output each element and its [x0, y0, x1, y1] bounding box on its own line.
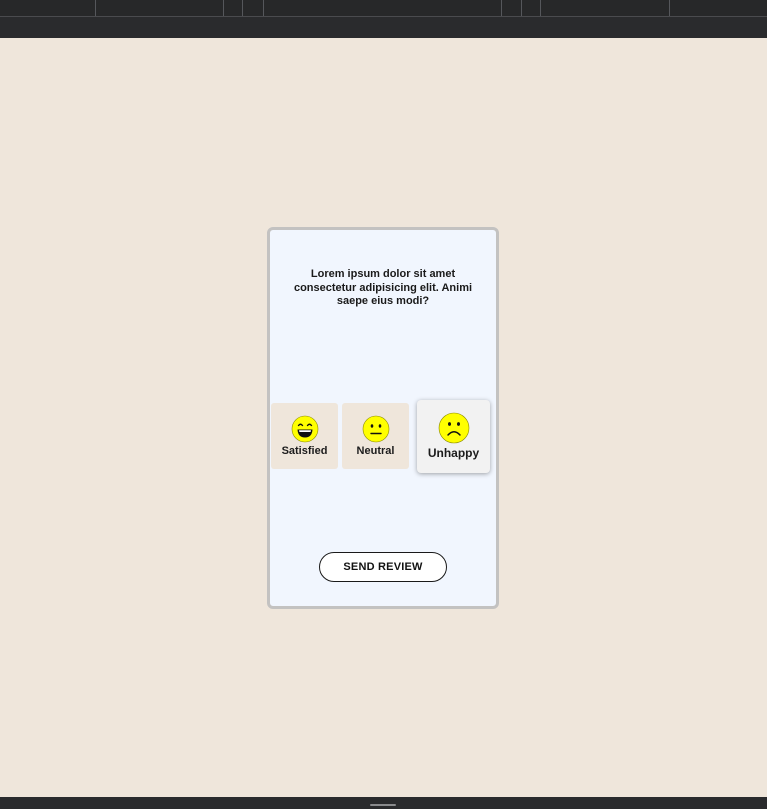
- ruler-divider: [521, 0, 522, 16]
- review-card: Lorem ipsum dolor sit amet consectetur a…: [267, 227, 499, 609]
- rating-options: Satisfied Neutral Unhappy: [270, 400, 496, 478]
- option-label: Neutral: [356, 445, 395, 457]
- review-question: Lorem ipsum dolor sit amet consectetur a…: [293, 268, 473, 307]
- top-chrome-bar: [0, 0, 767, 38]
- option-label: Satisfied: [281, 445, 328, 457]
- ruler-divider: [263, 0, 264, 16]
- grinning-face-icon: [291, 415, 318, 443]
- option-label: Unhappy: [427, 446, 480, 460]
- ruler-divider: [95, 0, 96, 16]
- ruler-divider: [669, 0, 670, 16]
- bottom-bar: [0, 797, 767, 809]
- ruler-divider: [540, 0, 541, 16]
- option-satisfied[interactable]: Satisfied: [271, 403, 338, 469]
- send-review-button[interactable]: SEND REVIEW: [319, 552, 447, 582]
- neutral-face-icon: [362, 415, 389, 443]
- option-unhappy[interactable]: Unhappy: [417, 400, 490, 473]
- ruler-row: [0, 0, 767, 17]
- ruler-divider: [242, 0, 243, 16]
- resize-handle[interactable]: [370, 804, 396, 806]
- ruler-divider: [223, 0, 224, 16]
- frowning-face-icon: [438, 412, 469, 444]
- ruler-divider: [501, 0, 502, 16]
- option-neutral[interactable]: Neutral: [342, 403, 409, 469]
